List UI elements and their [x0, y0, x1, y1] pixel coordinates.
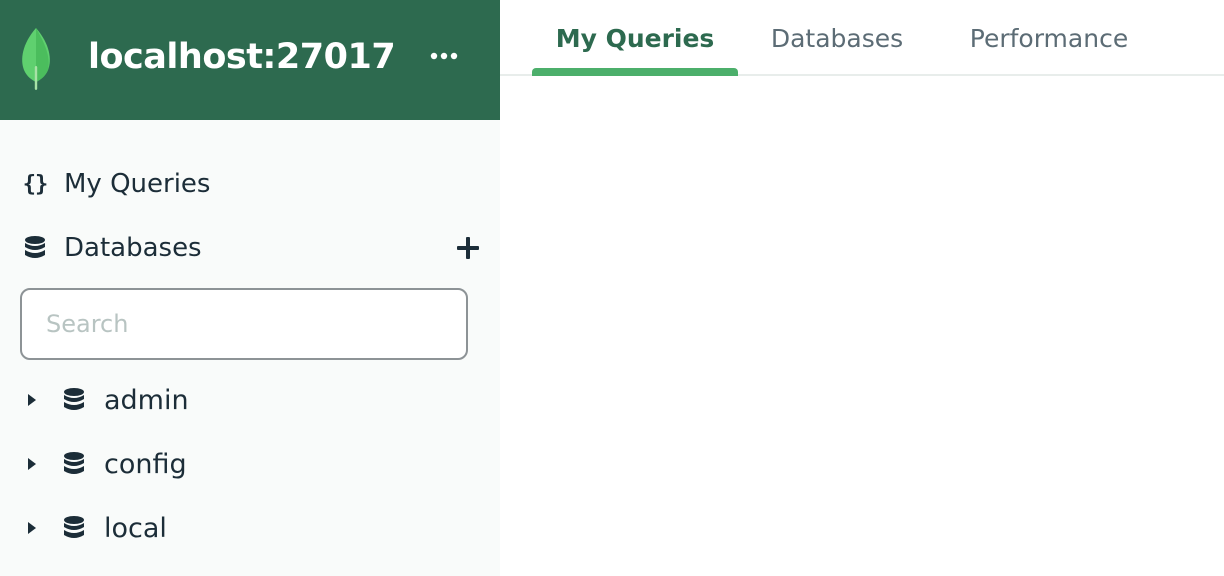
- caret-right-icon[interactable]: [20, 452, 44, 476]
- database-name: local: [104, 512, 167, 544]
- caret-right-icon[interactable]: [20, 388, 44, 412]
- database-item-admin[interactable]: admin: [20, 378, 485, 422]
- sidebar-item-databases[interactable]: Databases: [20, 228, 440, 268]
- leaf-icon: [18, 26, 54, 92]
- connection-header: localhost:27017: [0, 0, 500, 120]
- database-name: config: [104, 448, 187, 480]
- search-field[interactable]: [20, 288, 468, 360]
- database-item-local[interactable]: local: [20, 506, 485, 550]
- active-tab-indicator: [532, 68, 738, 76]
- database-name: admin: [104, 384, 189, 416]
- database-item-config[interactable]: config: [20, 442, 485, 486]
- tab-databases[interactable]: Databases: [752, 0, 922, 76]
- main-panel: My Queries Databases Performance: [500, 0, 1224, 576]
- braces-icon: {}: [22, 171, 48, 197]
- tab-bar: My Queries Databases Performance: [500, 0, 1224, 76]
- add-database-button[interactable]: [452, 232, 484, 264]
- caret-right-icon[interactable]: [20, 516, 44, 540]
- plus-icon: [457, 237, 479, 259]
- sidebar-item-label: Databases: [64, 233, 202, 263]
- tab-my-queries[interactable]: My Queries: [532, 0, 738, 76]
- sidebar: localhost:27017 {} My Queries Databases: [0, 0, 500, 576]
- sidebar-item-label: My Queries: [64, 169, 211, 199]
- database-icon: [20, 233, 50, 263]
- tab-performance[interactable]: Performance: [948, 0, 1150, 76]
- database-icon: [60, 514, 88, 542]
- search-input[interactable]: [22, 290, 466, 358]
- sidebar-item-my-queries[interactable]: {} My Queries: [20, 164, 485, 204]
- connection-host-title: localhost:27017: [88, 37, 396, 77]
- more-options-button[interactable]: [423, 40, 465, 72]
- database-icon: [60, 386, 88, 414]
- ellipsis-icon: [430, 52, 458, 60]
- database-icon: [60, 450, 88, 478]
